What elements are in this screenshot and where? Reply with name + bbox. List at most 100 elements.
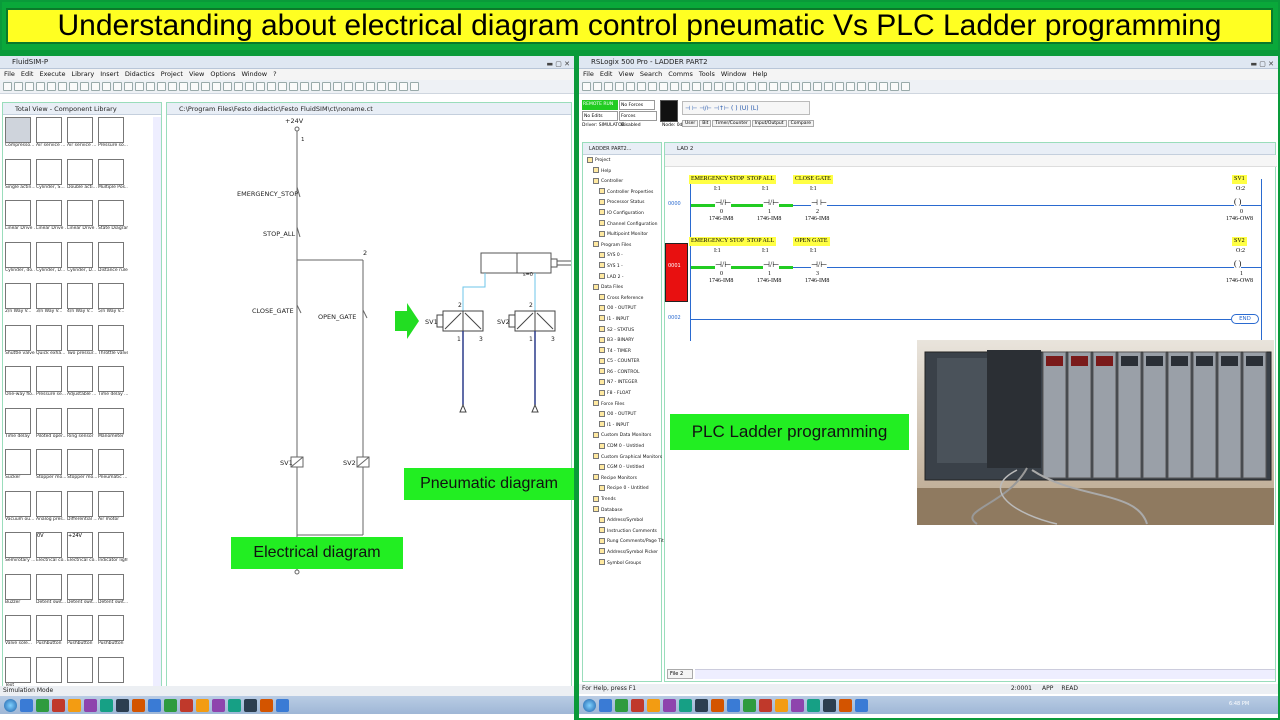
toolbar-button[interactable]: [278, 82, 287, 91]
library-component[interactable]: Cylinder, S...: [36, 158, 65, 197]
library-component[interactable]: Air service ...: [67, 117, 96, 155]
xio-contact[interactable]: ⊣/⊢: [715, 260, 732, 269]
tree-item[interactable]: Address/Symbol: [587, 516, 661, 527]
toolbar-button[interactable]: [234, 82, 243, 91]
library-component[interactable]: Sucker: [5, 449, 33, 487]
toolbar-button[interactable]: [256, 82, 265, 91]
toolbar-button[interactable]: [835, 82, 844, 91]
toolbar-button[interactable]: [36, 82, 45, 91]
toolbar-button[interactable]: [769, 82, 778, 91]
tree-item[interactable]: I1 - INPUT: [587, 315, 661, 326]
library-component[interactable]: Compresso...: [5, 117, 34, 155]
taskbar-app-icon[interactable]: [807, 698, 820, 712]
toolbar-button[interactable]: [14, 82, 23, 91]
library-component[interactable]: Linear Drive ...: [5, 200, 35, 238]
library-component[interactable]: State Diagram: [98, 200, 128, 238]
toolbar-button[interactable]: [190, 82, 199, 91]
toolbar-button[interactable]: [69, 82, 78, 91]
library-component[interactable]: Air service ...: [36, 117, 65, 155]
tree-item[interactable]: Custom Graphical Monitors: [587, 453, 662, 464]
toolbar-button[interactable]: [212, 82, 221, 91]
tree-item[interactable]: SYS 0 -: [587, 251, 661, 262]
library-component[interactable]: Cylinder, do...: [5, 241, 35, 280]
tree-item[interactable]: F8 - FLOAT: [587, 389, 661, 400]
rs-menu-help[interactable]: Help: [753, 69, 768, 80]
library-component[interactable]: Double acti...: [67, 158, 97, 197]
forces-status[interactable]: No Forces: [619, 100, 655, 110]
taskbar-app-icon[interactable]: [196, 698, 209, 712]
library-component[interactable]: Quick exha...: [36, 324, 65, 363]
toolbar-button[interactable]: [780, 82, 789, 91]
tree-item[interactable]: Controller Properties: [587, 188, 661, 199]
taskbar-app-icon[interactable]: [36, 698, 49, 712]
circuit-canvas[interactable]: +24V 1 EMERGENCY_STOP STOP_ALL 2 CLOSE_G…: [167, 115, 571, 703]
toolbar-button[interactable]: [714, 82, 723, 91]
taskbar-app-icon[interactable]: [212, 698, 225, 712]
toolbar-button[interactable]: [91, 82, 100, 91]
tree-item[interactable]: Multipoint Monitor: [587, 230, 661, 241]
toolbar-button[interactable]: [113, 82, 122, 91]
taskbar-app-icon[interactable]: [823, 698, 836, 712]
menu-library[interactable]: Library: [71, 69, 94, 80]
library-component[interactable]: Stopper mo...: [67, 449, 97, 487]
menu-window[interactable]: Window: [241, 69, 267, 80]
taskbar-app-icon[interactable]: [679, 698, 692, 712]
menu-edit[interactable]: Edit: [21, 69, 34, 80]
taskbar-app-icon[interactable]: [647, 698, 660, 712]
tree-item[interactable]: LAD 2 -: [587, 273, 661, 284]
toolbar-button[interactable]: [344, 82, 353, 91]
toolbar-button[interactable]: [399, 82, 408, 91]
rs-menu-tools[interactable]: Tools: [699, 69, 715, 80]
library-component[interactable]: Pneumatic ...: [98, 449, 127, 487]
taskbar-app-icon[interactable]: [599, 698, 612, 712]
library-component[interactable]: Distance rule: [98, 241, 128, 280]
taskbar-app-icon[interactable]: [84, 698, 97, 712]
toolbar-button[interactable]: [333, 82, 342, 91]
ote-coil[interactable]: ( ): [1234, 259, 1242, 268]
toolbar-button[interactable]: [626, 82, 635, 91]
toolbar-button[interactable]: [355, 82, 364, 91]
library-component[interactable]: Semirotary ...: [5, 532, 35, 570]
rs-menu-file[interactable]: File: [583, 69, 594, 80]
toolbar-button[interactable]: [692, 82, 701, 91]
taskbar-app-icon[interactable]: [260, 698, 273, 712]
toolbar-button[interactable]: [146, 82, 155, 91]
tree-item[interactable]: Trends: [587, 495, 661, 506]
tree-item[interactable]: Channel Configuration: [587, 220, 661, 231]
toolbar-button[interactable]: [615, 82, 624, 91]
tree-item[interactable]: N7 - INTEGER: [587, 378, 661, 389]
toolbar-button[interactable]: [637, 82, 646, 91]
library-component[interactable]: 5/n Way V...: [98, 283, 126, 321]
taskbar-app-icon[interactable]: [52, 698, 65, 712]
taskbar-app-icon[interactable]: [68, 698, 81, 712]
rs-menu-search[interactable]: Search: [640, 69, 662, 80]
library-component[interactable]: Vacuum ou...: [5, 490, 34, 529]
toolbar-button[interactable]: [3, 82, 12, 91]
tree-item[interactable]: Program Files: [587, 241, 661, 252]
library-component[interactable]: Pushbutton: [67, 615, 95, 653]
library-component[interactable]: Pushbutton: [98, 615, 126, 653]
tree-item[interactable]: Rung Comments/Page Title: [587, 537, 668, 548]
taskbar-app-icon[interactable]: [727, 698, 740, 712]
toolbar-button[interactable]: [890, 82, 899, 91]
tree-item[interactable]: Data Files: [587, 283, 661, 294]
xio-contact[interactable]: ⊣/⊢: [763, 260, 780, 269]
menu-options[interactable]: Options: [210, 69, 235, 80]
toolbar-button[interactable]: [879, 82, 888, 91]
ladder-hscroll[interactable]: [695, 669, 1275, 679]
tree-item[interactable]: Controller: [587, 177, 661, 188]
library-component[interactable]: Pressure so...: [98, 117, 128, 155]
rs-menu-edit[interactable]: Edit: [600, 69, 613, 80]
toolbar-button[interactable]: [388, 82, 397, 91]
taskbar-app-icon[interactable]: [615, 698, 628, 712]
tree-item[interactable]: Custom Data Monitors: [587, 431, 661, 442]
tree-item[interactable]: T4 - TIMER: [587, 347, 661, 358]
tab-bit[interactable]: Bit: [699, 120, 712, 127]
xic-contact[interactable]: ⊣ ⊢: [811, 198, 827, 207]
tree-item[interactable]: CGM 0 - Untitled: [587, 463, 661, 474]
toolbar-button[interactable]: [25, 82, 34, 91]
toolbar-button[interactable]: [593, 82, 602, 91]
menu-project[interactable]: Project: [161, 69, 183, 80]
tree-item[interactable]: O0 - OUTPUT: [587, 410, 661, 421]
menu-didactics[interactable]: Didactics: [125, 69, 155, 80]
